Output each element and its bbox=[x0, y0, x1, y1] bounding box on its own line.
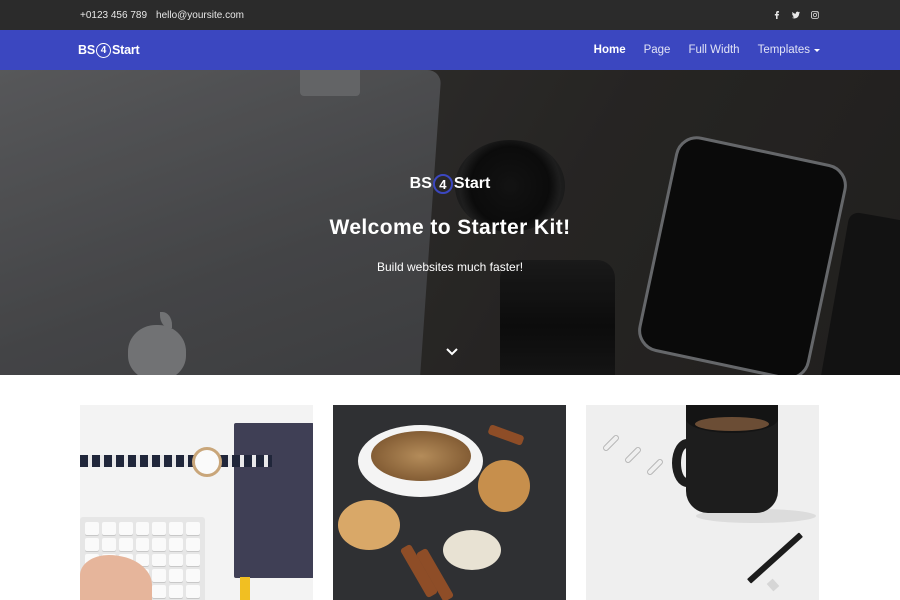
hero-subtitle: Build websites much faster! bbox=[376, 260, 524, 274]
chevron-down-icon[interactable] bbox=[444, 344, 460, 360]
brand-logo[interactable]: BS 4 Start bbox=[78, 42, 140, 58]
watch-face-graphic bbox=[192, 447, 222, 477]
watch-strap-graphic bbox=[80, 455, 195, 467]
pencil-tip-graphic bbox=[766, 578, 780, 592]
main-navbar: BS 4 Start Home Page Full Width Template… bbox=[0, 30, 900, 70]
hero-logo: BS 4 Start bbox=[0, 174, 900, 194]
nav-item-templates-label: Templates bbox=[757, 44, 810, 56]
top-contact-bar: +0123 456 789 hello@yoursite.com bbox=[0, 0, 900, 30]
hero-title: Welcome to Starter Kit! bbox=[329, 216, 571, 239]
nav-menu: Home Page Full Width Templates bbox=[594, 44, 820, 56]
mug-coffee-graphic bbox=[695, 417, 769, 431]
hero-section: BS 4 Start Welcome to Starter Kit! Build… bbox=[0, 70, 900, 375]
hero-content: BS 4 Start Welcome to Starter Kit! Build… bbox=[0, 70, 900, 375]
contact-info: +0123 456 789 hello@yoursite.com bbox=[80, 10, 244, 21]
card-coffee-photo[interactable] bbox=[333, 405, 566, 600]
watch-strap-graphic-right bbox=[220, 455, 272, 467]
caret-down-icon bbox=[814, 48, 820, 52]
logo-text-bs: BS bbox=[78, 43, 95, 57]
hero-logo-text-start: Start bbox=[453, 175, 491, 192]
coffee-graphic bbox=[371, 431, 471, 481]
hero-logo-four-circle: 4 bbox=[432, 174, 453, 194]
pencil-graphic bbox=[746, 532, 804, 584]
cookie-graphic bbox=[338, 500, 400, 550]
gingerbread-cookie-graphic bbox=[478, 460, 530, 512]
nav-item-templates[interactable]: Templates bbox=[758, 44, 820, 56]
nav-item-full-width[interactable]: Full Width bbox=[688, 44, 739, 56]
hero-logo-text-bs: BS bbox=[409, 175, 432, 192]
email-address[interactable]: hello@yoursite.com bbox=[156, 10, 244, 21]
card-mug-photo[interactable] bbox=[586, 405, 819, 600]
logo-four-circle: 4 bbox=[95, 42, 111, 58]
paperclip-graphic bbox=[645, 457, 665, 477]
logo-text-start: Start bbox=[111, 43, 140, 57]
card-desk-photo[interactable] bbox=[80, 405, 313, 600]
social-links bbox=[772, 10, 820, 20]
notebook-graphic bbox=[234, 423, 313, 578]
cinnamon-stick-graphic bbox=[487, 424, 525, 446]
nav-item-home[interactable]: Home bbox=[594, 44, 626, 56]
bookmark-graphic bbox=[240, 577, 250, 600]
facebook-icon[interactable] bbox=[772, 10, 782, 20]
instagram-icon[interactable] bbox=[810, 10, 820, 20]
phone-number[interactable]: +0123 456 789 bbox=[80, 10, 147, 21]
paperclip-graphic bbox=[601, 433, 621, 453]
image-cards bbox=[0, 375, 900, 600]
paperclip-graphic bbox=[623, 445, 643, 465]
nav-item-page[interactable]: Page bbox=[644, 44, 671, 56]
iced-cookie-graphic bbox=[443, 530, 501, 570]
twitter-icon[interactable] bbox=[791, 10, 801, 20]
